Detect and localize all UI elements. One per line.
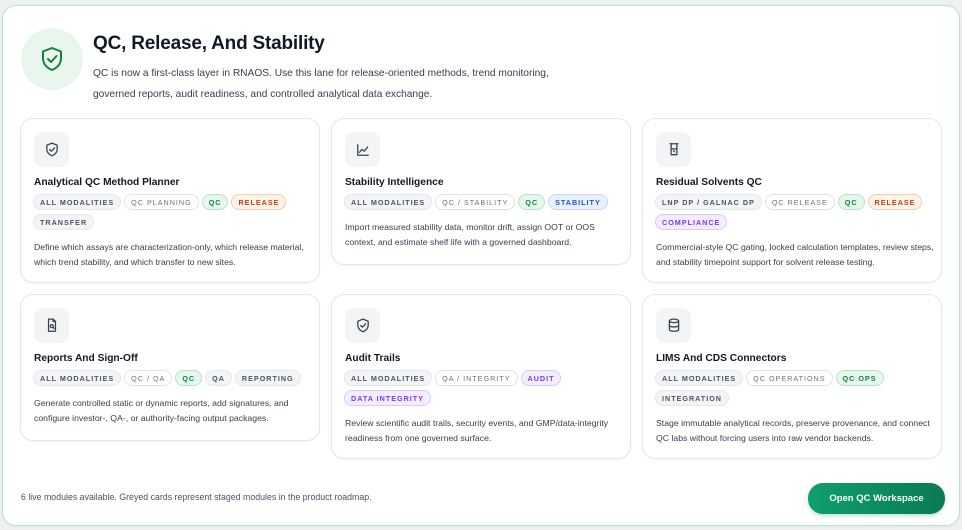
tag: REPORTING: [234, 370, 301, 386]
tag: QC OPERATIONS: [746, 370, 833, 386]
module-card-audit-trails[interactable]: Audit Trails ALL MODALITIES QA / INTEGRI…: [331, 294, 631, 459]
shield-check-icon: [34, 132, 69, 167]
tag-list: LNP DP / GALNAC DP QC RELEASE QC RELEASE…: [655, 194, 937, 230]
card-description: Import measured stability data, monitor …: [345, 222, 595, 247]
tag: QC: [518, 194, 546, 210]
card-description: Review scientific audit trails, security…: [345, 418, 609, 443]
card-description: Define which assays are characterization…: [34, 242, 304, 267]
tag: QA / INTEGRITY: [435, 370, 518, 386]
card-title: Reports And Sign-Off: [34, 353, 138, 364]
module-card-residual-solvents-qc[interactable]: Residual Solvents QC LNP DP / GALNAC DP …: [642, 118, 942, 283]
tag: AUDIT: [520, 370, 562, 386]
tag: QC: [201, 194, 229, 210]
tag-list: ALL MODALITIES QC PLANNING QC RELEASE TR…: [33, 194, 315, 230]
beaker-icon: [656, 132, 691, 167]
module-card-stability-intelligence[interactable]: Stability Intelligence ALL MODALITIES QC…: [331, 118, 631, 265]
page-title: QC, Release, And Stability: [93, 33, 325, 54]
card-title: Stability Intelligence: [345, 177, 444, 188]
report-search-icon: [34, 308, 69, 343]
module-status-text: 6 live modules available. Greyed cards r…: [21, 492, 372, 502]
tag: QC OPS: [835, 370, 884, 386]
module-card-qc-method-planner[interactable]: Analytical QC Method Planner ALL MODALIT…: [20, 118, 320, 283]
card-title: Analytical QC Method Planner: [34, 177, 180, 188]
page-description: QC is now a first-class layer in RNAOS. …: [93, 68, 549, 100]
tag: RELEASE: [867, 194, 923, 210]
card-title: Residual Solvents QC: [656, 177, 762, 188]
tag: QC / QA: [124, 370, 173, 386]
tag: QC / STABILITY: [435, 194, 516, 210]
tag: QC PLANNING: [124, 194, 199, 210]
tag: QC: [175, 370, 203, 386]
card-description: Commercial-style QC gating, locked calcu…: [656, 242, 934, 267]
tag: ALL MODALITIES: [33, 194, 122, 210]
module-card-lims-cds-connectors[interactable]: LIMS And CDS Connectors ALL MODALITIES Q…: [642, 294, 942, 459]
tag-list: ALL MODALITIES QA / INTEGRITY AUDIT DATA…: [344, 370, 626, 406]
tag: ALL MODALITIES: [33, 370, 122, 386]
tag-list: ALL MODALITIES QC OPERATIONS QC OPS INTE…: [655, 370, 937, 406]
shield-check-icon: [21, 28, 83, 90]
tag: LNP DP / GALNAC DP: [655, 194, 762, 210]
tag: ALL MODALITIES: [655, 370, 744, 386]
tag: ALL MODALITIES: [344, 194, 433, 210]
card-description: Generate controlled static or dynamic re…: [34, 398, 289, 423]
module-card-reports-sign-off[interactable]: Reports And Sign-Off ALL MODALITIES QC /…: [20, 294, 320, 441]
card-title: Audit Trails: [345, 353, 401, 364]
tag: COMPLIANCE: [655, 214, 728, 230]
tag: QA: [205, 370, 232, 386]
database-icon: [656, 308, 691, 343]
tag: INTEGRATION: [655, 390, 729, 406]
tag: ALL MODALITIES: [344, 370, 433, 386]
trend-chart-icon: [345, 132, 380, 167]
card-description: Stage immutable analytical records, pres…: [656, 418, 930, 443]
qc-release-stability-panel: QC, Release, And Stability QC is now a f…: [2, 5, 960, 526]
tag: TRANSFER: [33, 214, 95, 230]
tag: DATA INTEGRITY: [344, 390, 431, 406]
tag: QC: [837, 194, 865, 210]
shield-check-icon: [345, 308, 380, 343]
tag: STABILITY: [548, 194, 608, 210]
tag: RELEASE: [231, 194, 287, 210]
card-title: LIMS And CDS Connectors: [656, 353, 787, 364]
tag-list: ALL MODALITIES QC / QA QC QA REPORTING: [33, 370, 315, 386]
tag-list: ALL MODALITIES QC / STABILITY QC STABILI…: [344, 194, 626, 210]
tag: QC RELEASE: [764, 194, 835, 210]
open-qc-workspace-button[interactable]: Open QC Workspace: [808, 483, 945, 514]
